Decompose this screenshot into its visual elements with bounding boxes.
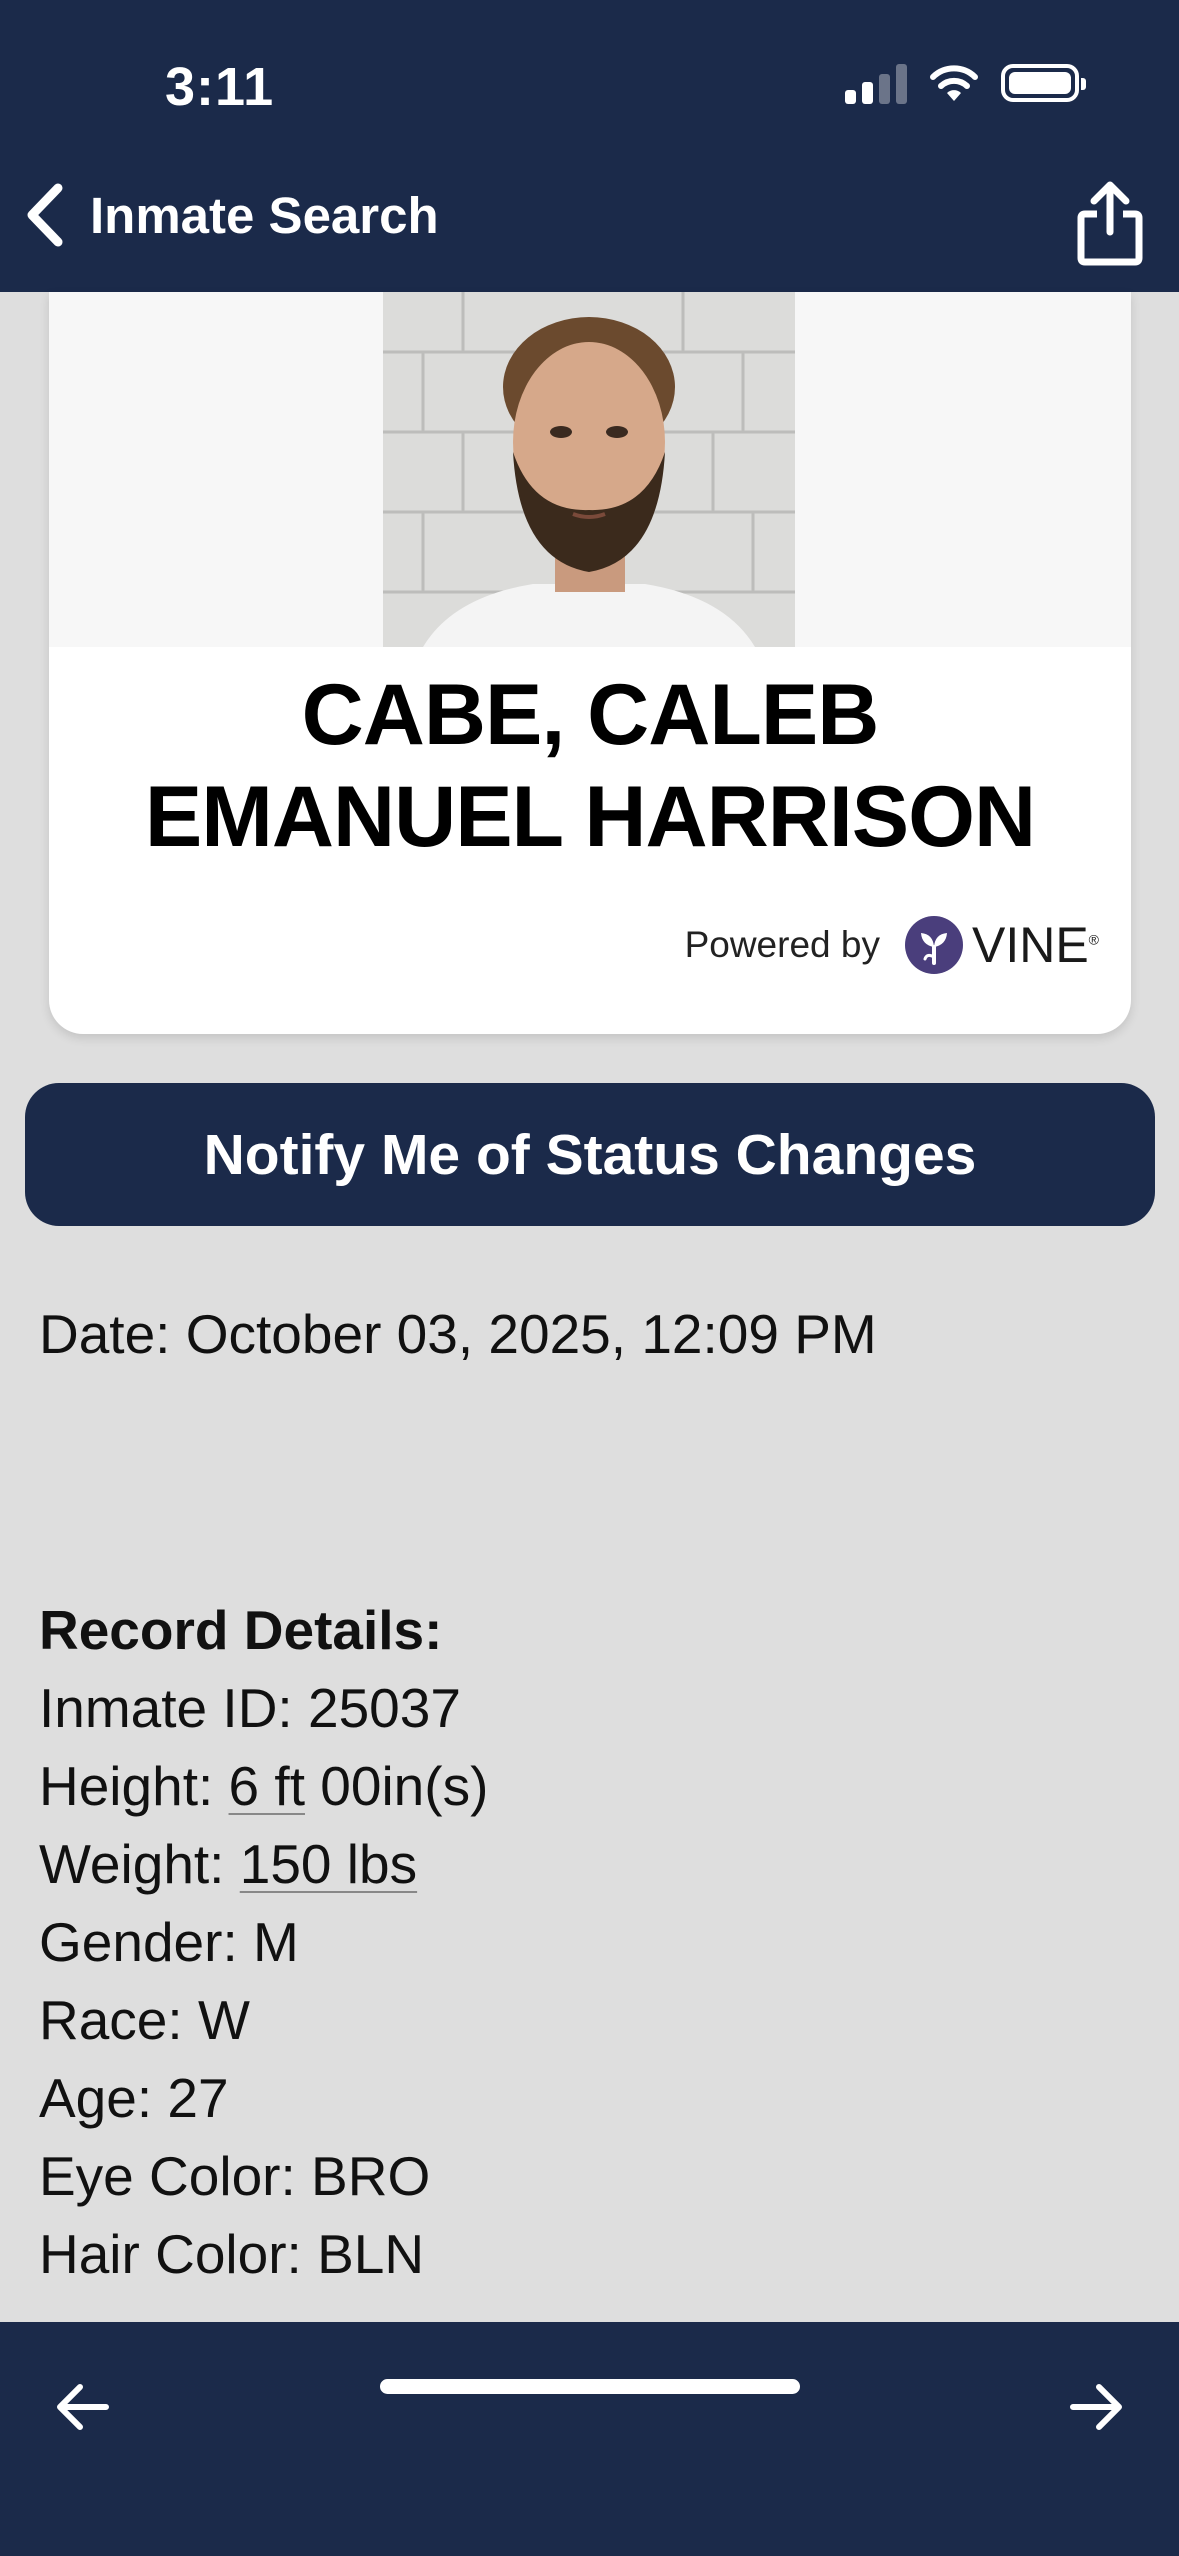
- forward-arrow-button[interactable]: [1069, 2382, 1125, 2437]
- back-button-label: Inmate Search: [90, 186, 439, 244]
- status-time: 3:11: [165, 57, 275, 117]
- arrow-right-icon: [1070, 2384, 1122, 2430]
- status-icons: [845, 62, 1086, 104]
- hair-color: Hair Color: BLN: [39, 2223, 425, 2285]
- back-button[interactable]: Inmate Search: [22, 182, 439, 248]
- nav-header: 3:11 Inmate Search: [0, 0, 1179, 292]
- cellular-signal-icon: [845, 62, 907, 104]
- battery-icon: [1001, 64, 1086, 102]
- inmate-id: Inmate ID: 25037: [39, 1677, 461, 1739]
- vine-logo-icon: [904, 916, 963, 974]
- height: Height: 6 ft 00in(s): [39, 1755, 489, 1817]
- record-details: Record Details: Inmate ID: 25037 Height:…: [39, 1591, 488, 2293]
- height-value-link[interactable]: 6 ft: [229, 1755, 305, 1817]
- back-arrow-button[interactable]: [54, 2382, 110, 2437]
- chevron-left-icon: [27, 183, 63, 247]
- vine-logo: VINE®: [904, 915, 1099, 975]
- wifi-icon: [930, 65, 978, 101]
- inmate-name-line2: EMANUEL HARRISON: [144, 769, 1036, 865]
- booking-date: Date: October 03, 2025, 12:09 PM: [39, 1303, 877, 1365]
- inmate-photo: [383, 292, 795, 647]
- share-button[interactable]: [1075, 180, 1145, 271]
- race: Race: W: [39, 1989, 250, 2051]
- notify-status-changes-button[interactable]: Notify Me of Status Changes: [25, 1083, 1155, 1226]
- share-icon: [1077, 181, 1143, 266]
- powered-by: Powered by VINE®: [685, 915, 1099, 975]
- home-indicator[interactable]: [380, 2379, 800, 2394]
- gender: Gender: M: [39, 1911, 299, 1973]
- powered-by-label: Powered by: [684, 924, 880, 965]
- age: Age: 27: [39, 2067, 229, 2129]
- weight-value-link[interactable]: 150 lbs: [240, 1833, 417, 1895]
- vine-brand-text: VINE®: [971, 917, 1099, 973]
- inmate-name: CABE, CALEB EMANUEL HARRISON: [49, 664, 1131, 868]
- inmate-name-line1: CABE, CALEB: [301, 667, 880, 763]
- bottom-toolbar: [0, 2322, 1179, 2556]
- weight: Weight: 150 lbs: [39, 1833, 418, 1895]
- record-details-title: Record Details:: [39, 1599, 443, 1661]
- inmate-profile-card: CABE, CALEB EMANUEL HARRISON Powered by …: [49, 292, 1131, 1034]
- arrow-left-icon: [57, 2384, 109, 2430]
- eye-color: Eye Color: BRO: [39, 2145, 431, 2207]
